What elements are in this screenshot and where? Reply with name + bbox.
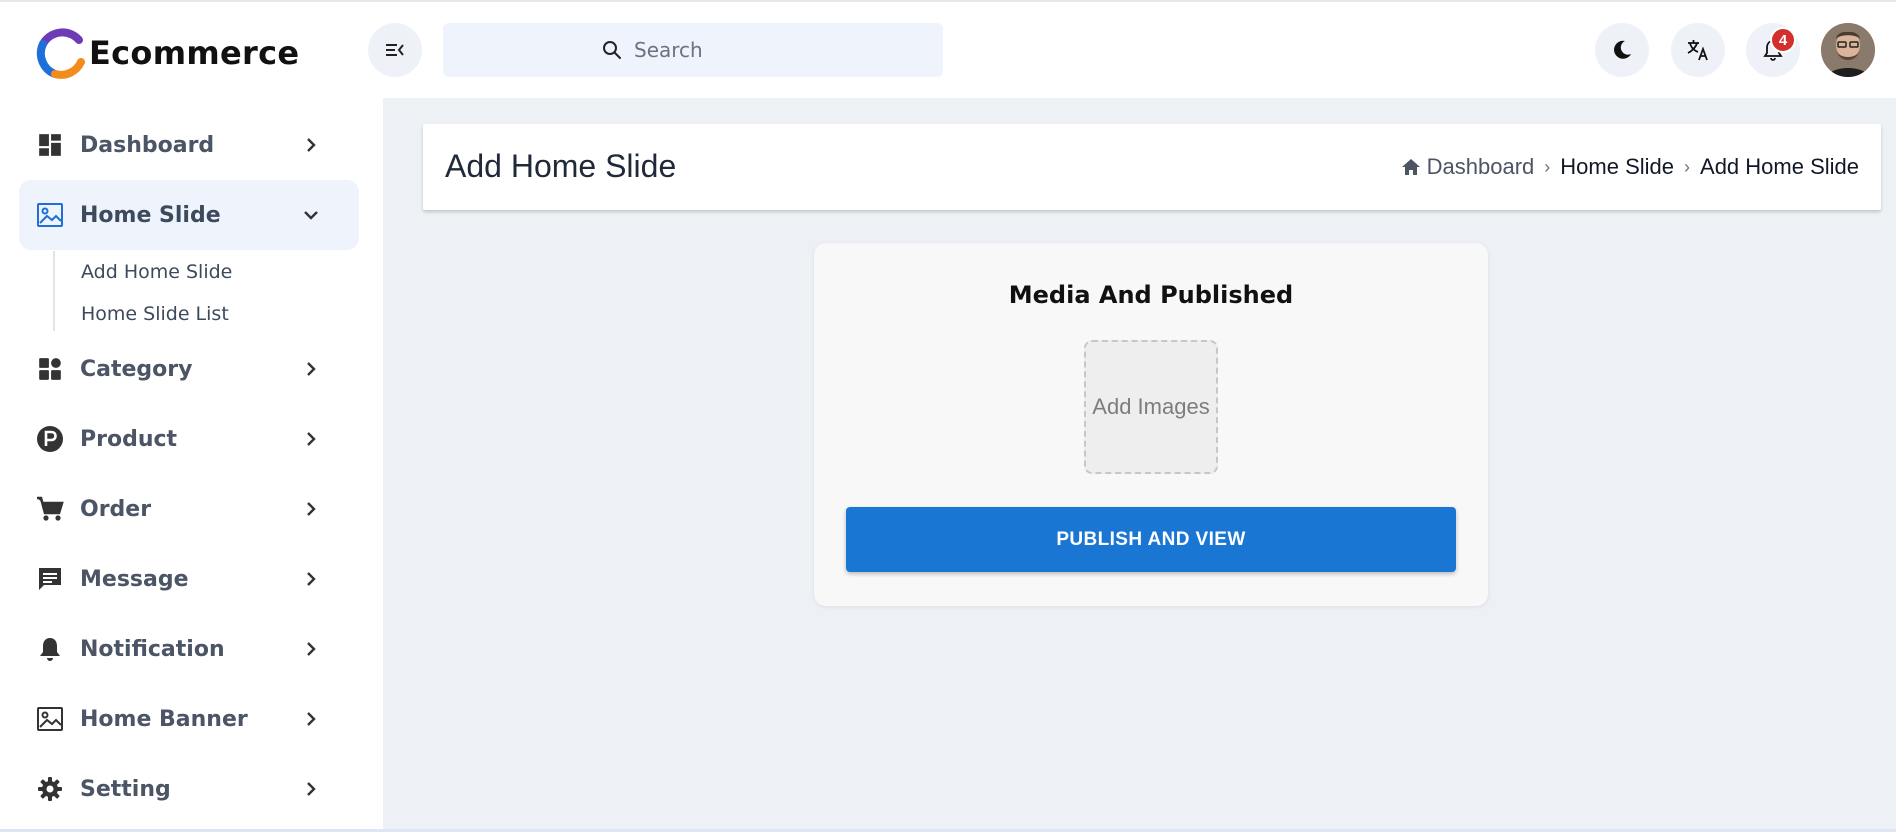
sidebar-item-setting[interactable]: Setting [19, 754, 359, 824]
breadcrumb-separator: › [1544, 156, 1551, 177]
sidebar-item-label: Product [80, 426, 178, 452]
sidebar-item-label: Notification [80, 636, 225, 662]
avatar-photo-icon [1821, 23, 1875, 77]
chevron-right-icon [301, 779, 321, 799]
search-icon [603, 41, 621, 59]
breadcrumb: Dashboard › Home Slide › Add Home Slide [1401, 154, 1859, 180]
submenu-item-add-home-slide[interactable]: Add Home Slide [81, 261, 232, 283]
page-header-bar: Add Home Slide Dashboard › Home Slide › … [423, 124, 1881, 210]
logo-mark-icon [33, 26, 87, 80]
brand-name: Ecommerce [89, 34, 300, 72]
page-title: Add Home Slide [445, 148, 677, 184]
sidebar-item-notification[interactable]: Notification [19, 614, 359, 684]
cart-icon [35, 494, 65, 524]
chevron-right-icon [301, 135, 321, 155]
top-header: Ecommerce Search 4 [0, 2, 1896, 98]
translate-icon [1687, 40, 1708, 61]
home-icon [1401, 159, 1420, 175]
sidebar-item-label: Home Slide [80, 202, 221, 228]
message-icon [35, 564, 65, 594]
breadcrumb-dashboard[interactable]: Dashboard [1427, 154, 1535, 180]
search-bar[interactable] [443, 23, 943, 77]
sidebar-item-label: Message [80, 566, 189, 592]
sidebar-item-product[interactable]: Product [19, 404, 359, 474]
main-content: Add Home Slide Dashboard › Home Slide › … [383, 98, 1896, 832]
sidebar-item-order[interactable]: Order [19, 474, 359, 544]
chevron-right-icon [301, 429, 321, 449]
sidebar-item-message[interactable]: Message [19, 544, 359, 614]
gear-icon [35, 774, 65, 804]
chevron-right-icon [301, 709, 321, 729]
card-title: Media And Published [1008, 281, 1294, 309]
sidebar-item-home-slide[interactable]: Home Slide [19, 180, 359, 250]
submenu-item-home-slide-list[interactable]: Home Slide List [81, 303, 229, 325]
publish-and-view-button[interactable]: PUBLISH AND VIEW [846, 507, 1456, 572]
language-button[interactable] [1671, 23, 1725, 77]
chevron-right-icon [301, 569, 321, 589]
sidebar-item-label: Order [80, 496, 152, 522]
sidebar-item-label: Home Banner [80, 706, 248, 732]
sidebar-item-home-banner[interactable]: Home Banner [19, 684, 359, 754]
chevron-down-icon [301, 205, 321, 225]
chevron-right-icon [301, 359, 321, 379]
image-icon [35, 200, 65, 230]
chevron-right-icon [301, 639, 321, 659]
sidebar-item-dashboard[interactable]: Dashboard [19, 110, 359, 180]
add-images-dropzone[interactable]: Add Images [1084, 340, 1218, 474]
sidebar-item-label: Dashboard [80, 132, 215, 158]
sidebar-item-label: Setting [80, 776, 171, 802]
sidebar: Dashboard Home Slide Add Home Slide Home… [0, 98, 383, 832]
dashboard-icon [35, 130, 65, 160]
chevron-right-icon [301, 499, 321, 519]
image-icon [35, 704, 65, 734]
search-input[interactable] [634, 38, 764, 62]
bell-icon [35, 634, 65, 664]
product-p-icon [35, 424, 65, 454]
sidebar-item-category[interactable]: Category [19, 334, 359, 404]
breadcrumb-home-slide[interactable]: Home Slide [1560, 154, 1674, 180]
moon-icon [1614, 40, 1631, 59]
submenu-rail [53, 251, 55, 331]
breadcrumb-current: Add Home Slide [1700, 154, 1859, 179]
dark-mode-button[interactable] [1595, 23, 1649, 77]
media-card: Media And Published Add Images PUBLISH A… [814, 243, 1488, 606]
notification-count-badge: 4 [1770, 27, 1796, 53]
user-avatar[interactable] [1821, 23, 1875, 77]
breadcrumb-separator: › [1684, 156, 1691, 177]
dropzone-label: Add Images [1092, 394, 1210, 419]
sidebar-toggle-button[interactable] [368, 23, 422, 77]
brand-logo[interactable]: Ecommerce [33, 26, 299, 80]
category-grid-icon [35, 354, 65, 384]
notifications-button[interactable]: 4 [1746, 23, 1800, 77]
menu-collapse-icon [386, 44, 404, 56]
sidebar-item-label: Category [80, 356, 193, 382]
